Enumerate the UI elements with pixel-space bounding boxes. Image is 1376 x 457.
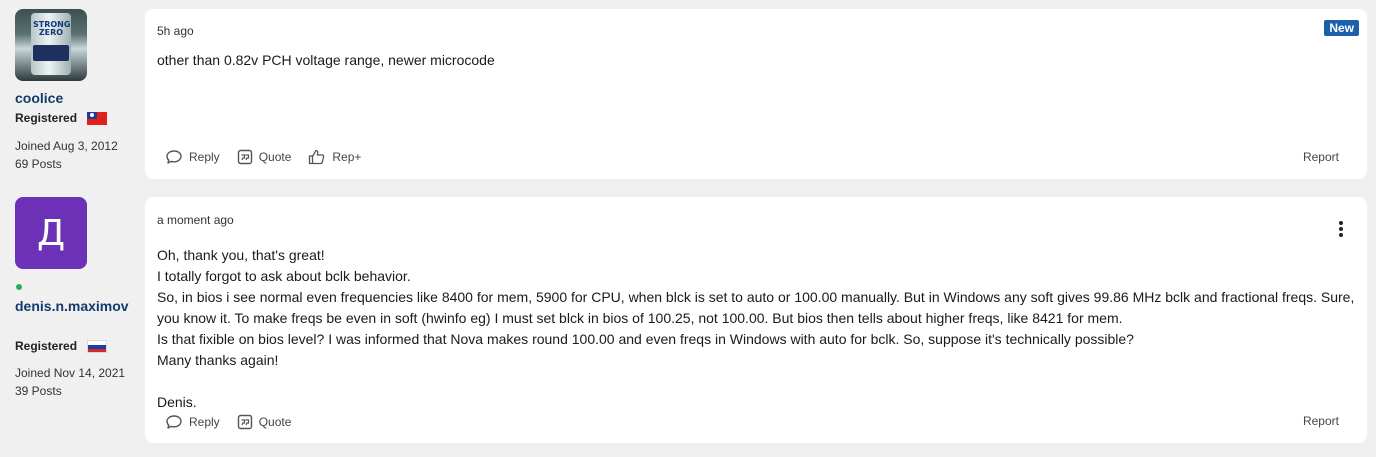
post-line: Many thanks again! — [157, 352, 279, 368]
taiwan-flag-icon — [87, 111, 108, 125]
post-actions: Reply Quote — [165, 414, 308, 430]
new-badge: New — [1324, 20, 1359, 36]
reply-label: Reply — [189, 150, 220, 164]
post-line: other than 0.82v PCH voltage range, newe… — [157, 52, 495, 68]
reply-button[interactable]: Reply — [165, 414, 220, 430]
post-line — [157, 371, 1355, 392]
post-body: Oh, thank you, that's great! I totally f… — [157, 245, 1355, 413]
username[interactable]: coolice — [15, 88, 133, 108]
avatar-image: STRONG ZERO — [15, 9, 87, 81]
report-link[interactable]: Report — [1303, 414, 1339, 428]
post-body: other than 0.82v PCH voltage range, newe… — [157, 50, 1355, 71]
rep-plus-button[interactable]: Rep+ — [308, 149, 361, 165]
report-link[interactable]: Report — [1303, 150, 1339, 164]
kebab-dot — [1339, 227, 1343, 231]
more-options-icon[interactable] — [1335, 219, 1347, 239]
post: Д denis.n.maximov Registered Joined Nov … — [0, 188, 1376, 457]
avatar-caption: STRONG ZERO — [33, 20, 71, 37]
username[interactable]: denis.n.maximov — [15, 296, 133, 316]
post-line: Denis. — [157, 394, 197, 410]
russia-flag-icon — [87, 339, 108, 353]
reply-button[interactable]: Reply — [165, 149, 220, 165]
avatar-letter: Д — [15, 197, 87, 269]
quote-icon — [237, 149, 252, 165]
thumbs-up-icon — [309, 149, 325, 165]
reply-label: Reply — [189, 415, 220, 429]
can-band-graphic — [33, 45, 69, 61]
post: STRONG ZERO coolice Registered Joined Au… — [0, 0, 1376, 183]
join-date: Joined Nov 14, 2021 — [15, 366, 126, 380]
avatar[interactable]: STRONG ZERO — [15, 9, 87, 81]
post-timestamp[interactable]: 5h ago — [157, 24, 194, 38]
post-line: Oh, thank you, that's great! — [157, 247, 325, 263]
join-date: Joined Aug 3, 2012 — [15, 139, 118, 153]
kebab-dot — [1339, 221, 1343, 225]
flag-stripe-red — [88, 349, 107, 352]
reply-icon — [166, 150, 182, 164]
user-role: Registered — [15, 110, 108, 126]
post-line: So, in bios i see normal even frequencie… — [157, 289, 1355, 326]
post-count: 69 Posts — [15, 157, 62, 171]
kebab-dot — [1339, 233, 1343, 237]
role-label: Registered — [15, 111, 78, 125]
post-line: I totally forgot to ask about bclk behav… — [157, 268, 411, 284]
post-line: Is that fixible on bios level? I was inf… — [157, 331, 1134, 347]
online-status-dot — [16, 284, 22, 290]
avatar[interactable]: Д — [15, 197, 87, 269]
post-timestamp[interactable]: a moment ago — [157, 213, 234, 227]
post-card: a moment ago Oh, thank you, that's great… — [145, 197, 1367, 443]
rep-plus-label: Rep+ — [332, 150, 362, 164]
author-meta: Joined Aug 3, 2012 69 Posts — [15, 137, 133, 173]
quote-button[interactable]: Quote — [237, 149, 292, 165]
quote-icon — [237, 414, 252, 430]
post-card: 5h ago New other than 0.82v PCH voltage … — [145, 9, 1367, 179]
quote-label: Quote — [258, 150, 292, 164]
user-role: Registered — [15, 338, 108, 354]
post-actions: Reply Quote Rep+ — [165, 149, 378, 165]
reply-icon — [166, 415, 182, 429]
post-count: 39 Posts — [15, 384, 62, 398]
quote-label: Quote — [258, 415, 292, 429]
flag-sun — [90, 113, 95, 117]
role-label: Registered — [15, 339, 78, 353]
quote-button[interactable]: Quote — [237, 414, 292, 430]
author-meta: Joined Nov 14, 2021 39 Posts — [15, 364, 133, 400]
